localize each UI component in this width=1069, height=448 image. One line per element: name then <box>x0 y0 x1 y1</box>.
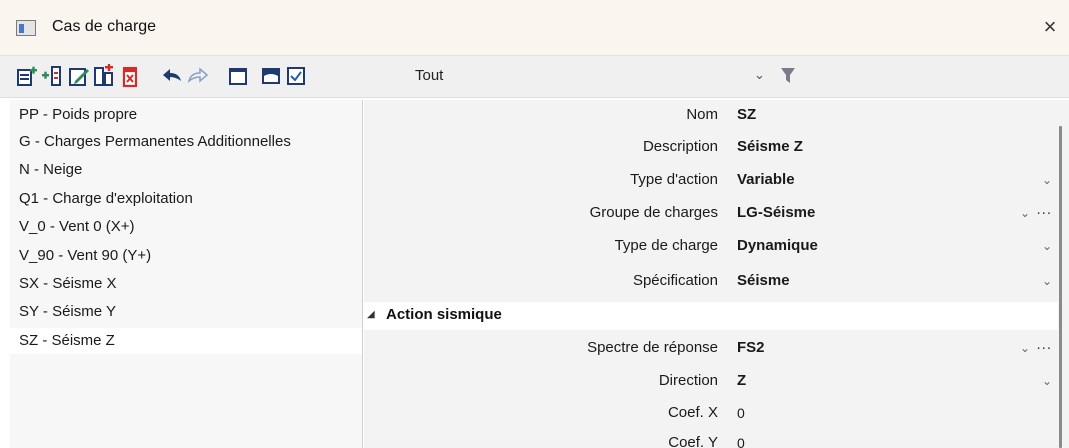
list-item[interactable]: V_90 - Vent 90 (Y+) <box>10 243 362 269</box>
vertical-scrollbar[interactable] <box>1059 126 1062 448</box>
property-label: Spectre de réponse <box>587 339 718 356</box>
property-label: Coef. Y <box>668 434 718 448</box>
section-title: Action sismique <box>386 306 502 323</box>
property-row-nom: Nom SZ <box>364 102 1058 130</box>
delete-icon[interactable] <box>118 64 142 88</box>
save-icon[interactable] <box>259 64 283 88</box>
chevron-down-icon[interactable]: ⌄ <box>1042 239 1052 253</box>
list-item[interactable]: V_0 - Vent 0 (X+) <box>10 214 362 240</box>
close-button[interactable]: × <box>1037 12 1063 42</box>
collapse-arrow-icon[interactable]: ◢ <box>367 309 375 320</box>
undo-icon[interactable] <box>160 64 184 88</box>
property-label: Groupe de charges <box>589 204 718 221</box>
more-options-button[interactable]: ... <box>1036 336 1052 353</box>
new-icon[interactable] <box>15 64 39 88</box>
property-row-direction: Direction Z ⌄ <box>364 368 1058 396</box>
toolbar: Tout ⌄ <box>0 56 1069 98</box>
list-item-selected[interactable]: SZ - Séisme Z <box>10 328 362 354</box>
list-item[interactable]: N - Neige <box>10 157 362 183</box>
edit-icon[interactable] <box>67 64 91 88</box>
coef-y-field[interactable]: 0 <box>737 435 745 448</box>
type-action-select[interactable]: Variable <box>737 171 795 188</box>
property-label: Type d'action <box>630 171 718 188</box>
chevron-down-icon[interactable]: ⌄ <box>1020 206 1030 220</box>
property-row-coef-x: Coef. X 0 <box>364 400 1058 428</box>
property-grid: Nom SZ Description Séisme Z Type d'actio… <box>364 100 1069 448</box>
description-field[interactable]: Séisme Z <box>737 138 803 155</box>
chevron-down-icon[interactable]: ⌄ <box>1020 341 1030 355</box>
groupe-charges-select[interactable]: LG-Séisme <box>737 204 815 221</box>
nom-field[interactable]: SZ <box>737 106 756 123</box>
redo-icon[interactable] <box>186 64 210 88</box>
property-row-spectre: Spectre de réponse FS2 ⌄ ... <box>364 335 1058 363</box>
chevron-down-icon[interactable]: ⌄ <box>1042 374 1052 388</box>
more-options-button[interactable]: ... <box>1036 201 1052 218</box>
property-row-specification: Spécification Séisme ⌄ <box>364 268 1058 296</box>
table-icon[interactable] <box>226 64 250 88</box>
direction-select[interactable]: Z <box>737 372 746 389</box>
list-item[interactable]: Q1 - Charge d'exploitation <box>10 186 362 212</box>
property-label: Type de charge <box>614 237 718 254</box>
property-row-groupe: Groupe de charges LG-Séisme ⌄ ... <box>364 200 1058 228</box>
list-item[interactable]: G - Charges Permanentes Additionnelles <box>10 129 362 155</box>
filter-chevron-down-icon[interactable]: ⌄ <box>754 67 765 83</box>
list-item[interactable]: SY - Séisme Y <box>10 299 362 325</box>
property-row-type-action: Type d'action Variable ⌄ <box>364 167 1058 195</box>
property-row-coef-y: Coef. Y 0 <box>364 430 1058 448</box>
specification-select[interactable]: Séisme <box>737 272 790 289</box>
filter-select[interactable]: Tout <box>415 67 443 84</box>
property-label: Nom <box>686 106 718 123</box>
property-label: Direction <box>658 372 718 389</box>
check-icon[interactable] <box>284 64 308 88</box>
insert-icon[interactable] <box>40 64 64 88</box>
chevron-down-icon[interactable]: ⌄ <box>1042 274 1052 288</box>
app-window-icon <box>16 20 36 36</box>
list-item[interactable]: PP - Poids propre <box>10 102 362 128</box>
property-label: Spécification <box>632 272 718 289</box>
title-bar: Cas de charge × <box>0 0 1069 56</box>
chevron-down-icon[interactable]: ⌄ <box>1042 173 1052 187</box>
property-row-type-charge: Type de charge Dynamique ⌄ <box>364 233 1058 261</box>
property-label: Coef. X <box>667 404 718 421</box>
window-title: Cas de charge <box>52 18 157 35</box>
property-row-description: Description Séisme Z <box>364 134 1058 162</box>
type-charge-select[interactable]: Dynamique <box>737 237 818 254</box>
copy-icon[interactable] <box>92 64 116 88</box>
coef-x-field[interactable]: 0 <box>737 405 745 421</box>
spectre-select[interactable]: FS2 <box>737 339 765 356</box>
funnel-filter-icon[interactable] <box>780 67 796 85</box>
list-item[interactable]: SX - Séisme X <box>10 271 362 297</box>
property-label: Description <box>642 138 718 155</box>
load-case-list: PP - Poids propre G - Charges Permanente… <box>10 100 363 448</box>
section-header-action-sismique[interactable]: ◢ Action sismique <box>364 302 1058 330</box>
